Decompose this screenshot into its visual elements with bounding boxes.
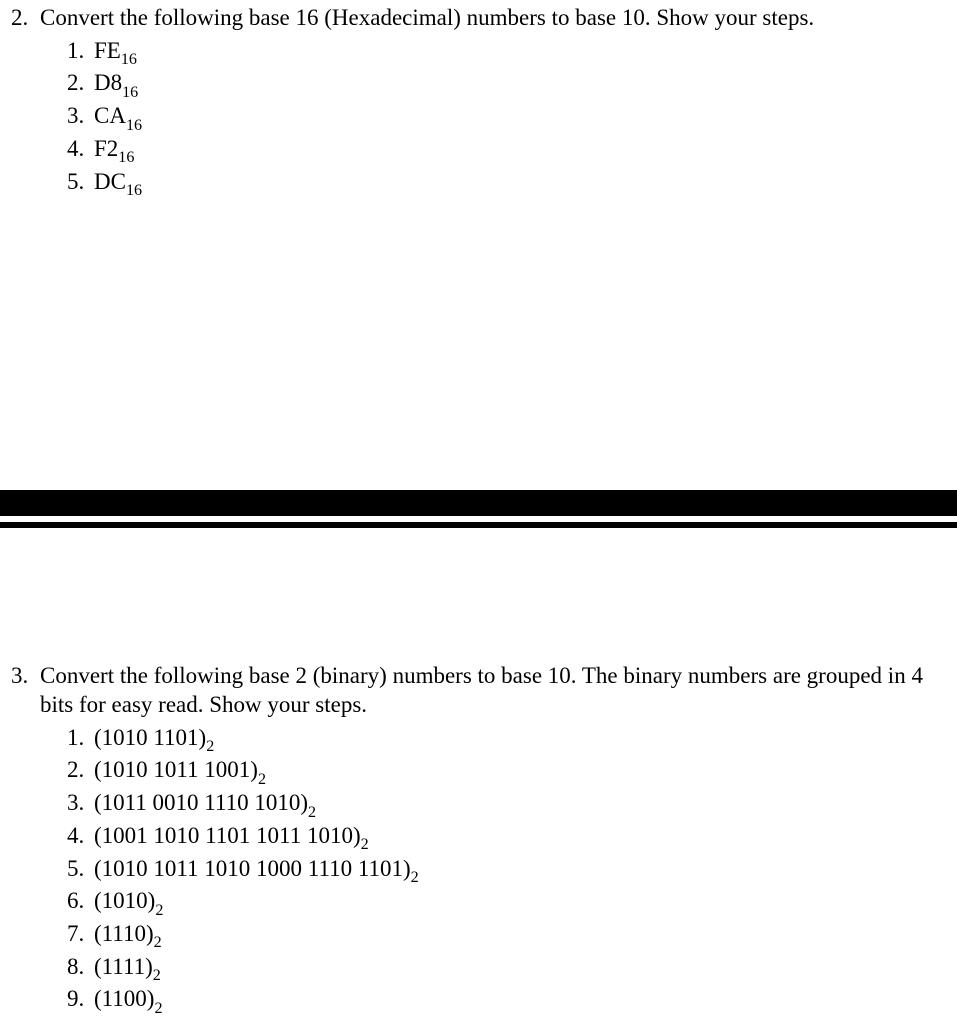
binary-value: (1010) — [94, 888, 155, 913]
list-item: D816 — [90, 69, 945, 102]
list-item: CA16 — [90, 102, 945, 135]
binary-value: (1010 1101) — [94, 725, 206, 750]
base-subscript: 16 — [126, 117, 142, 134]
question-2-items: FE16 D816 CA16 F216 DC16 — [40, 37, 945, 201]
base-subscript: 16 — [126, 182, 142, 199]
hex-value: F2 — [94, 136, 118, 161]
base-subscript: 2 — [361, 836, 369, 853]
question-list-top: Convert the following base 16 (Hexadecim… — [0, 4, 945, 200]
page-bottom: Convert the following base 2 (binary) nu… — [0, 658, 957, 1028]
hex-value: DC — [94, 169, 126, 194]
question-list-bottom: Convert the following base 2 (binary) nu… — [0, 662, 945, 1018]
base-subscript: 16 — [121, 51, 137, 68]
base-subscript: 16 — [118, 149, 134, 166]
base-subscript: 2 — [258, 771, 266, 788]
list-item: (1001 1010 1101 1011 1010)2 — [90, 822, 945, 855]
binary-value: (1010 1011 1010 1000 1110 1101) — [94, 856, 411, 881]
list-item: (1010 1011 1001)2 — [90, 756, 945, 789]
list-item: (1010 1011 1010 1000 1110 1101)2 — [90, 855, 945, 888]
hex-value: CA — [94, 103, 126, 128]
base-subscript: 2 — [308, 804, 316, 821]
list-item: (1111)2 — [90, 953, 945, 986]
page-separator-bar — [0, 490, 957, 516]
question-2: Convert the following base 16 (Hexadecim… — [34, 4, 945, 200]
binary-value: (1100) — [94, 986, 154, 1011]
base-subscript: 2 — [411, 869, 419, 886]
question-2-prompt: Convert the following base 16 (Hexadecim… — [40, 4, 945, 33]
question-3-prompt: Convert the following base 2 (binary) nu… — [40, 662, 945, 720]
question-3: Convert the following base 2 (binary) nu… — [34, 662, 945, 1018]
binary-value: (1001 1010 1101 1011 1010) — [94, 823, 361, 848]
list-item: (1110)2 — [90, 920, 945, 953]
list-item: (1010)2 — [90, 887, 945, 920]
binary-value: (1110) — [94, 921, 154, 946]
blank-space — [0, 528, 957, 658]
question-3-items: (1010 1101)2 (1010 1011 1001)2 (1011 001… — [40, 724, 945, 1018]
base-subscript: 2 — [154, 934, 162, 951]
hex-value: D8 — [94, 70, 122, 95]
list-item: (1011 0010 1110 1010)2 — [90, 789, 945, 822]
hex-value: FE — [94, 38, 121, 63]
list-item: (1100)2 — [90, 985, 945, 1018]
binary-value: (1111) — [94, 954, 153, 979]
base-subscript: 16 — [122, 84, 138, 101]
base-subscript: 2 — [154, 1000, 162, 1017]
blank-space — [0, 210, 957, 490]
base-subscript: 2 — [155, 902, 163, 919]
list-item: (1010 1101)2 — [90, 724, 945, 757]
base-subscript: 2 — [206, 738, 214, 755]
binary-value: (1011 0010 1110 1010) — [94, 790, 308, 815]
page-top: Convert the following base 16 (Hexadecim… — [0, 0, 957, 210]
list-item: FE16 — [90, 37, 945, 70]
list-item: F216 — [90, 135, 945, 168]
list-item: DC16 — [90, 168, 945, 201]
base-subscript: 2 — [153, 967, 161, 984]
binary-value: (1010 1011 1001) — [94, 757, 258, 782]
